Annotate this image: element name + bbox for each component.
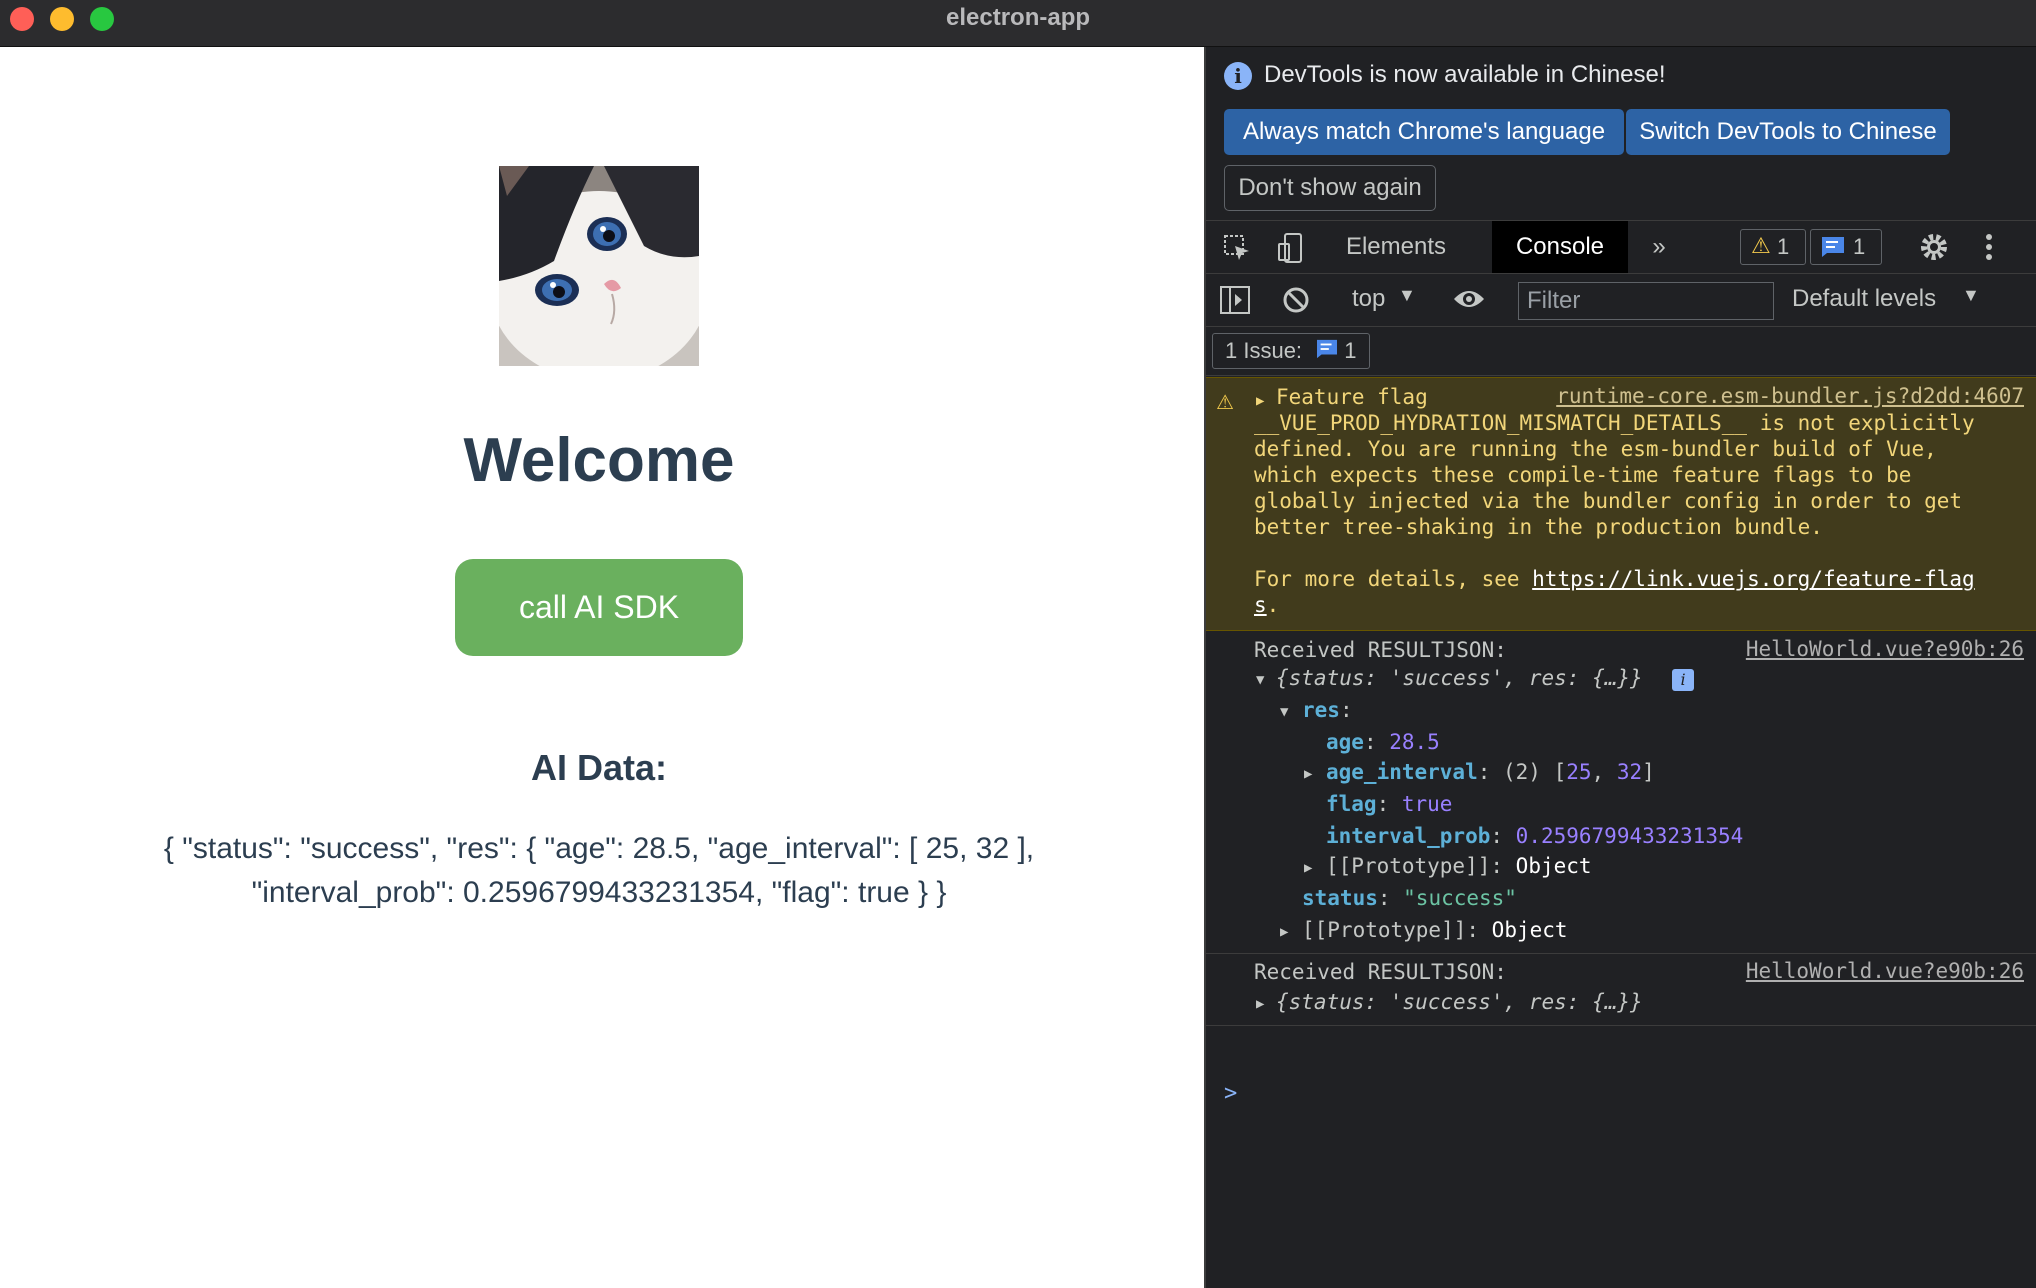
title-bar: electron-app [0, 0, 2036, 47]
expand-triangle-icon[interactable]: ▶ [1256, 991, 1264, 1017]
console-toolbar: top ▼ Filter Default levels ▼ [1206, 274, 2036, 327]
status-value: "success" [1403, 886, 1517, 910]
warning-line: globally injected via the bundler config… [1254, 489, 1963, 513]
flag-value: true [1401, 792, 1453, 816]
warning-line: which expects these compile-time feature… [1254, 463, 1912, 487]
prototype-label: [[Prototype]] [1302, 918, 1467, 942]
match-language-button[interactable]: Always match Chrome's language [1224, 109, 1624, 155]
chevron-down-icon[interactable]: ▼ [1398, 285, 1416, 306]
status-key: status [1302, 886, 1378, 910]
expand-triangle-icon[interactable]: ▶ [1280, 919, 1288, 945]
interval-prob-key: interval_prob [1326, 824, 1491, 848]
warning-line: defined. You are running the esm-bundler… [1254, 437, 1937, 461]
issue-message-icon [1316, 335, 1338, 369]
language-infobar: i DevTools is now available in Chinese! … [1206, 47, 2036, 219]
age-interval-high: 32 [1616, 760, 1643, 784]
call-ai-sdk-button[interactable]: call AI SDK [455, 559, 743, 656]
expand-triangle-icon[interactable]: ▶ [1304, 761, 1312, 787]
prototype-label: [[Prototype]] [1326, 854, 1491, 878]
more-tabs-icon[interactable]: » [1644, 221, 1674, 273]
eye-icon[interactable] [1452, 287, 1486, 316]
issues-button[interactable]: 1 Issue: 1 [1212, 333, 1370, 369]
console-warning-message: ⚠ ▶ Feature flag runtime-core.esm-bundle… [1206, 377, 2036, 631]
log-source-link[interactable]: HelloWorld.vue?e90b:26 [1746, 637, 2024, 661]
infobar-message: DevTools is now available in Chinese! [1264, 61, 1666, 88]
ai-data-line-2: "interval_prob": 0.2596799433231354, "fl… [251, 876, 947, 909]
console-prompt[interactable]: > [1224, 1081, 1237, 1106]
switch-to-chinese-button[interactable]: Switch DevTools to Chinese [1626, 109, 1950, 155]
prototype-value: Object [1515, 854, 1592, 878]
object-summary[interactable]: {status: 'success', res: {…}} [1276, 665, 1643, 691]
warning-source-link[interactable]: runtime-core.esm-bundler.js?d2dd:4607 [1556, 384, 2024, 408]
tab-elements[interactable]: Elements [1336, 221, 1456, 273]
page-title: Welcome [463, 426, 735, 495]
log-levels-dropdown[interactable]: Default levels [1792, 285, 1936, 313]
inspect-element-icon[interactable] [1222, 233, 1252, 268]
ai-data-json: { "status": "success", "res": { "age": 2… [100, 827, 1098, 915]
issues-label: 1 Issue: [1225, 338, 1303, 363]
context-selector[interactable]: top [1352, 285, 1385, 313]
warning-title: Feature flag [1276, 385, 1428, 409]
feature-flags-link-tail[interactable]: s [1254, 593, 1267, 617]
age-interval-key: age_interval [1326, 760, 1478, 784]
devtools-tabbar: Elements Console » ⚠ 1 1 [1206, 220, 2036, 274]
gear-icon[interactable] [1918, 231, 1950, 268]
warning-icon: ⚠ [1751, 233, 1771, 258]
window-title: electron-app [945, 4, 1091, 31]
sidebar-toggle-icon[interactable] [1220, 286, 1250, 319]
collapse-triangle-icon[interactable]: ▼ [1280, 699, 1288, 725]
warning-period: . [1266, 593, 1280, 617]
warning-line: better tree-shaking in the production bu… [1254, 515, 1823, 539]
log-source-link[interactable]: HelloWorld.vue?e90b:26 [1746, 959, 2024, 983]
age-interval-count: (2) [1503, 760, 1541, 784]
console-log-message-1: Received RESULTJSON: HelloWorld.vue?e90b… [1206, 631, 2036, 954]
cat-photo [499, 166, 699, 366]
console-log-message-2: Received RESULTJSON: HelloWorld.vue?e90b… [1206, 955, 2036, 1026]
warnings-count-badge[interactable]: ⚠ 1 [1740, 229, 1806, 265]
info-badge-icon[interactable]: i [1672, 669, 1694, 691]
tab-console[interactable]: Console [1492, 221, 1628, 273]
device-toolbar-icon[interactable] [1276, 232, 1306, 269]
object-summary[interactable]: {status: 'success', res: {…}} [1276, 989, 1643, 1015]
warning-line: __VUE_PROD_HYDRATION_MISMATCH_DETAILS__ … [1254, 411, 1975, 435]
info-icon: i [1224, 62, 1252, 90]
devtools-panel: i DevTools is now available in Chinese! … [1204, 47, 2036, 1288]
warnings-count: 1 [1777, 234, 1790, 259]
interval-prob-value: 0.2596799433231354 [1515, 824, 1744, 848]
messages-count-badge[interactable]: 1 [1810, 229, 1882, 265]
dont-show-again-button[interactable]: Don't show again [1224, 165, 1436, 211]
clear-console-icon[interactable] [1282, 286, 1310, 319]
age-interval-low: 25 [1566, 760, 1592, 784]
warning-triangle-icon: ⚠ [1216, 390, 1234, 414]
age-value: 28.5 [1389, 730, 1440, 754]
flag-key: flag [1326, 792, 1377, 816]
messages-count: 1 [1853, 234, 1866, 259]
issues-count: 1 [1344, 338, 1357, 363]
levels-chevron-down-icon[interactable]: ▼ [1962, 285, 1980, 306]
filter-input[interactable]: Filter [1518, 282, 1774, 320]
ai-data-heading: AI Data: [530, 747, 668, 788]
feature-flags-link[interactable]: https://link.vuejs.org/feature-flag [1532, 567, 1975, 591]
res-key: res [1302, 698, 1340, 722]
app-pane: Welcome call AI SDK AI Data: { "status":… [0, 47, 1204, 1288]
ai-data-line-1: { "status": "success", "res": { "age": 2… [163, 832, 1035, 865]
age-key: age [1326, 730, 1364, 754]
expand-triangle-icon[interactable]: ▶ [1304, 855, 1312, 881]
prototype-value: Object [1491, 918, 1568, 942]
log-label: Received RESULTJSON: [1254, 638, 1507, 662]
issues-bar: 1 Issue: 1 [1206, 327, 2036, 376]
message-icon [1821, 236, 1845, 263]
log-label: Received RESULTJSON: [1254, 960, 1507, 984]
more-options-icon[interactable] [1984, 231, 1994, 268]
collapse-triangle-icon[interactable]: ▼ [1256, 667, 1264, 693]
warning-more-text: For more details, see [1254, 567, 1533, 591]
